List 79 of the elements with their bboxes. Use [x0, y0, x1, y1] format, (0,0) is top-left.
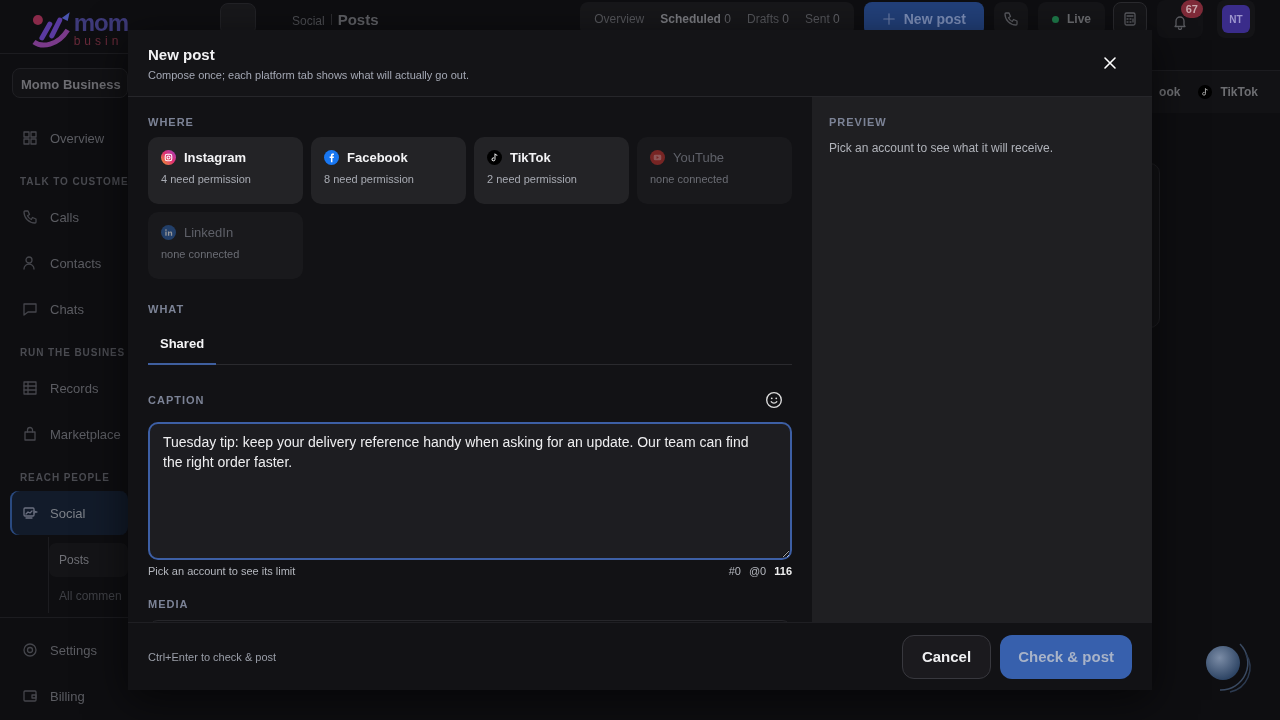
character-limit-hint: Pick an account to see its limit — [148, 565, 296, 577]
facebook-icon — [324, 150, 339, 165]
account-name: YouTube — [673, 150, 725, 165]
account-card[interactable]: Instagram 4 need permission — [148, 137, 303, 204]
account-card[interactable]: Facebook 8 need permission — [311, 137, 466, 204]
notification-count: 67 — [1180, 0, 1203, 18]
music-note-icon — [1198, 85, 1213, 99]
person-icon — [22, 255, 38, 271]
tag-counter: #0 — [728, 565, 741, 577]
nav-item[interactable]: Chats — [10, 287, 128, 331]
phone-icon — [1003, 11, 1019, 27]
account-status: 8 need permission — [324, 173, 415, 185]
platform-filter-chip[interactable]: TikTok — [1198, 79, 1258, 105]
nav-section-heading: RUN THE BUSINES — [20, 347, 126, 358]
nav-item[interactable]: Contacts — [10, 241, 128, 285]
section-label: PREVIEW — [829, 116, 888, 128]
smiley-icon — [765, 391, 783, 409]
linkedin-icon — [161, 225, 176, 240]
account-status: none connected — [161, 248, 241, 260]
account-name: LinkedIn — [184, 225, 234, 240]
account-status: none connected — [650, 173, 730, 185]
cancel-button[interactable]: Cancel — [901, 634, 992, 679]
account-name: Facebook — [347, 150, 408, 165]
preview-hint: Pick an account to see what it will receive. — [829, 141, 1055, 155]
table-icon — [22, 380, 38, 396]
account-name: Instagram — [184, 150, 247, 165]
section-label: CAPTION — [148, 394, 205, 406]
wallet-icon — [22, 688, 38, 704]
dialog-title: New post — [148, 46, 216, 63]
nav-item[interactable]: Overview — [10, 116, 128, 160]
section-label: WHERE — [148, 116, 195, 128]
breadcrumb-item: Posts — [337, 10, 379, 28]
play-icon — [650, 150, 665, 165]
workspace-selector[interactable]: Momo Business — [12, 68, 128, 98]
nav-subitem[interactable]: Posts — [49, 543, 128, 577]
bag-icon — [22, 426, 38, 442]
check-and-post-button[interactable]: Check & post — [1000, 634, 1132, 679]
nav-item[interactable]: Billing — [10, 674, 128, 718]
bell-icon — [1172, 14, 1188, 30]
logo-wordmark: mom — [73, 11, 128, 35]
platform-tab[interactable]: Shared — [148, 323, 217, 365]
dialog-subtitle: Compose once; each platform tab shows what will actually go out. — [148, 69, 469, 81]
user-avatar[interactable]: NT — [1222, 5, 1250, 33]
nav-item[interactable]: Marketplace — [10, 412, 128, 456]
notifications-button[interactable]: 67 — [1157, 0, 1203, 38]
nav-item[interactable]: Calls — [10, 195, 128, 239]
grid-icon — [22, 130, 38, 146]
character-count: 116 — [774, 565, 792, 577]
account-card[interactable]: TikTok 2 need permission — [474, 137, 629, 204]
emoji-button[interactable] — [765, 391, 783, 409]
view-tab[interactable]: Overview — [588, 6, 651, 32]
breadcrumb-item[interactable]: Social — [292, 13, 325, 28]
tag-counter: @0 — [748, 565, 767, 577]
nav-item[interactable]: Social — [10, 491, 128, 535]
phone-icon — [22, 209, 38, 225]
account-status: 2 need permission — [487, 173, 578, 185]
nav-item[interactable]: Settings — [10, 628, 128, 672]
platform-filter-chip[interactable]: ook — [1159, 79, 1181, 105]
section-label: MEDIA — [148, 598, 190, 610]
gear-icon — [22, 642, 38, 658]
keyboard-shortcut-hint: Ctrl+Enter to check & post — [148, 650, 277, 663]
close-button[interactable] — [1102, 55, 1118, 71]
logo-tagline: busin — [73, 35, 124, 47]
nav-section-heading: TALK TO CUSTOME — [20, 176, 129, 187]
close-icon — [1102, 55, 1118, 71]
caption-field[interactable]: Tuesday tip: keep your delivery reference handy when asking for an update. Our team can find the right order faster. — [148, 422, 792, 560]
plus-icon — [881, 12, 896, 26]
view-tab[interactable]: Drafts 0 — [741, 6, 796, 32]
chat-icon — [22, 301, 38, 317]
camera-icon — [161, 150, 176, 165]
nav-item[interactable]: Records — [10, 366, 128, 410]
music-note-icon — [487, 150, 502, 165]
calculator-icon — [1122, 11, 1138, 27]
view-tab[interactable]: Sent 0 — [799, 6, 846, 32]
nav-section-heading: REACH PEOPLE — [20, 472, 110, 483]
account-name: TikTok — [510, 150, 551, 165]
account-status: 4 need permission — [161, 173, 252, 185]
view-tab[interactable]: Scheduled 0 — [654, 6, 737, 32]
section-label: WHAT — [148, 303, 186, 315]
